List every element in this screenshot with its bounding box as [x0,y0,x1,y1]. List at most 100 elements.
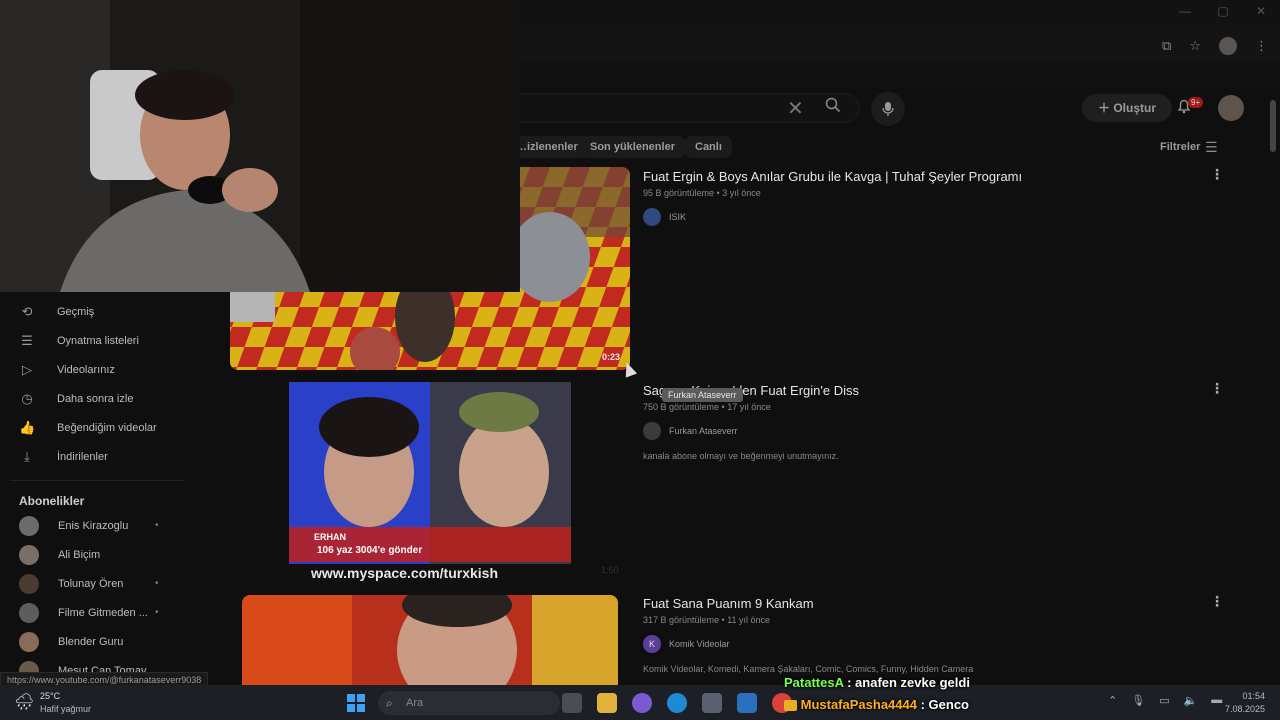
file-explorer-icon[interactable] [597,693,617,713]
clock-time: 01:54 [1242,691,1265,701]
copilot-icon[interactable] [632,693,652,713]
account-avatar[interactable] [1218,95,1244,121]
create-label: Oluştur [1113,101,1156,115]
channel-name: Komik Videolar [669,639,730,649]
sidebar-item-playlists[interactable]: ☰ Oynatma listeleri [19,329,139,353]
subscription-name: Blender Guru [58,636,124,648]
store-icon[interactable] [702,693,722,713]
sidebar-item-watch-later[interactable]: ◷ Daha sonra izle [19,387,133,411]
sidebar-item-label: İndirilenler [57,451,108,463]
chat-badge-icon [784,700,797,712]
webcam-image [0,0,520,292]
weather-icon: 🌧 [14,694,35,711]
new-content-dot: • [155,578,159,589]
channel-link[interactable]: ISIK [643,208,686,226]
channel-link[interactable]: Furkan Ataseverr [643,422,738,440]
video-meta: 317 B görüntüleme • 11 yıl önce [643,615,771,625]
video-more-icon[interactable]: ⋮ [1210,593,1224,610]
page-scrollbar[interactable] [1270,100,1276,152]
subscription-name: Ali Biçim [58,549,101,561]
filters-button[interactable]: Filtreler [1160,141,1200,153]
window-controls: — ▢ ✕ [1166,4,1280,18]
task-view-icon[interactable] [562,693,582,713]
sidebar-item-downloads[interactable]: ⤓ İndirilenler [19,445,108,469]
new-content-dot: • [155,607,159,618]
your-videos-icon: ▷ [22,362,32,377]
start-menu-icon[interactable] [347,694,365,717]
sidebar-divider [10,480,185,481]
mail-icon[interactable] [737,693,757,713]
minimize-button[interactable]: — [1166,4,1204,18]
thumbnail-caption-name: ERHAN [314,532,347,542]
video-more-icon[interactable]: ⋮ [1210,166,1224,183]
battery-icon[interactable]: ▬ [1211,694,1222,707]
maximize-button[interactable]: ▢ [1204,4,1242,18]
channel-avatar [19,574,39,594]
taskbar-search-icon: ⌕ [386,696,393,710]
video-more-icon[interactable]: ⋮ [1210,380,1224,397]
taskbar-search-placeholder: Ara [406,697,424,709]
channel-avatar [643,422,661,440]
subscription-item[interactable]: Enis Kirazoglu [19,514,128,538]
sidebar-item-label: Geçmiş [57,306,95,318]
subscription-item[interactable]: Blender Guru [19,630,123,654]
create-button[interactable]: ＋ Oluştur [1082,94,1172,122]
weather-desc[interactable]: Hafif yağmur [40,704,91,714]
channel-avatar [19,545,39,565]
sidebar-item-label: Daha sonra izle [57,393,134,405]
sidebar-item-liked-videos[interactable]: 👍 Beğendiğim videolar [19,416,157,440]
install-app-icon[interactable]: ⧉ [1162,38,1171,54]
filter-chip[interactable]: Son yüklenenler [580,136,685,158]
video-title[interactable]: Fuat Ergin & Boys Anılar Grubu ile Kavga… [643,169,1022,184]
channel-avatar [19,603,39,623]
thumbnail-caption-sms: 106 yaz 3004'e gönder [317,545,423,556]
chat-username: PatattesA [784,675,844,690]
video-duration: 1:50 [601,565,619,575]
taskbar-clock[interactable]: 01:54 7.08.2025 [1225,690,1265,716]
channel-name: Furkan Ataseverr [669,426,738,436]
video-title[interactable]: Fuat Sana Puanım 9 Kankam [643,596,814,611]
filter-chip[interactable]: Canlı [685,136,732,158]
video-thumbnail[interactable] [242,595,618,685]
chat-message: MustafaPasha4444 : Genco [784,696,970,718]
video-description: Komik Videolar, Komedi, Kamera Şakaları,… [643,664,974,674]
close-window-button[interactable]: ✕ [1242,4,1280,18]
download-icon: ⤓ [24,449,30,464]
channel-tooltip: Furkan Ataseverr [662,388,743,402]
sidebar-item-history[interactable]: ⟲ Geçmiş [19,300,95,324]
clear-search-icon[interactable]: ✕ [787,96,804,121]
subscription-item[interactable]: Tolunay Ören [19,572,123,596]
subscription-item[interactable]: Filme Gitmeden ... [19,601,148,625]
sidebar-item-label: Oynatma listeleri [57,335,139,347]
notifications-badge: 9+ [1188,97,1204,108]
weather-temp[interactable]: 25°C [40,691,60,701]
thumbnail-url-text: www.myspace.com/turxkish [311,565,498,581]
system-tray: ⌃ 🎙 ▭ 🔈 ▬ [1108,694,1222,707]
stream-chat-overlay: PatattesA : anafen zevke geldi MustafaPa… [784,674,970,718]
channel-name: ISIK [669,212,687,222]
browser-profile-avatar[interactable] [1219,37,1237,55]
video-meta: 95 B görüntüleme • 3 yıl önce [643,188,761,198]
volume-icon[interactable]: 🔈 [1184,694,1198,707]
like-icon: 👍 [19,420,36,435]
channel-link[interactable]: K Komik Videolar [643,635,729,653]
new-content-dot: • [155,520,159,531]
edge-icon[interactable] [667,693,687,713]
playlist-icon: ☰ [21,333,33,348]
tray-chevron-icon[interactable]: ⌃ [1108,694,1117,707]
sidebar-item-your-videos[interactable]: ▷ Videolarınız [19,358,115,382]
bookmark-star-icon[interactable]: ☆ [1189,38,1201,54]
voice-search-button[interactable] [871,92,905,126]
video-thumbnail[interactable]: ERHAN 106 yaz 3004'e gönder www.myspace.… [289,382,571,584]
subscription-item[interactable]: Ali Biçim [19,543,100,567]
browser-menu-icon[interactable]: ⋮ [1255,38,1268,54]
taskbar-search[interactable]: Ara [378,691,560,715]
channel-avatar [643,208,661,226]
channel-avatar [19,632,39,652]
search-icon[interactable] [825,97,841,118]
thumbnail-image [242,595,618,685]
microphone-icon[interactable]: 🎙 [1131,694,1145,707]
tune-icon[interactable]: ☰ [1205,139,1218,156]
video-meta: 750 B görüntüleme • 17 yıl önce [643,402,771,412]
network-icon[interactable]: ▭ [1159,694,1169,707]
